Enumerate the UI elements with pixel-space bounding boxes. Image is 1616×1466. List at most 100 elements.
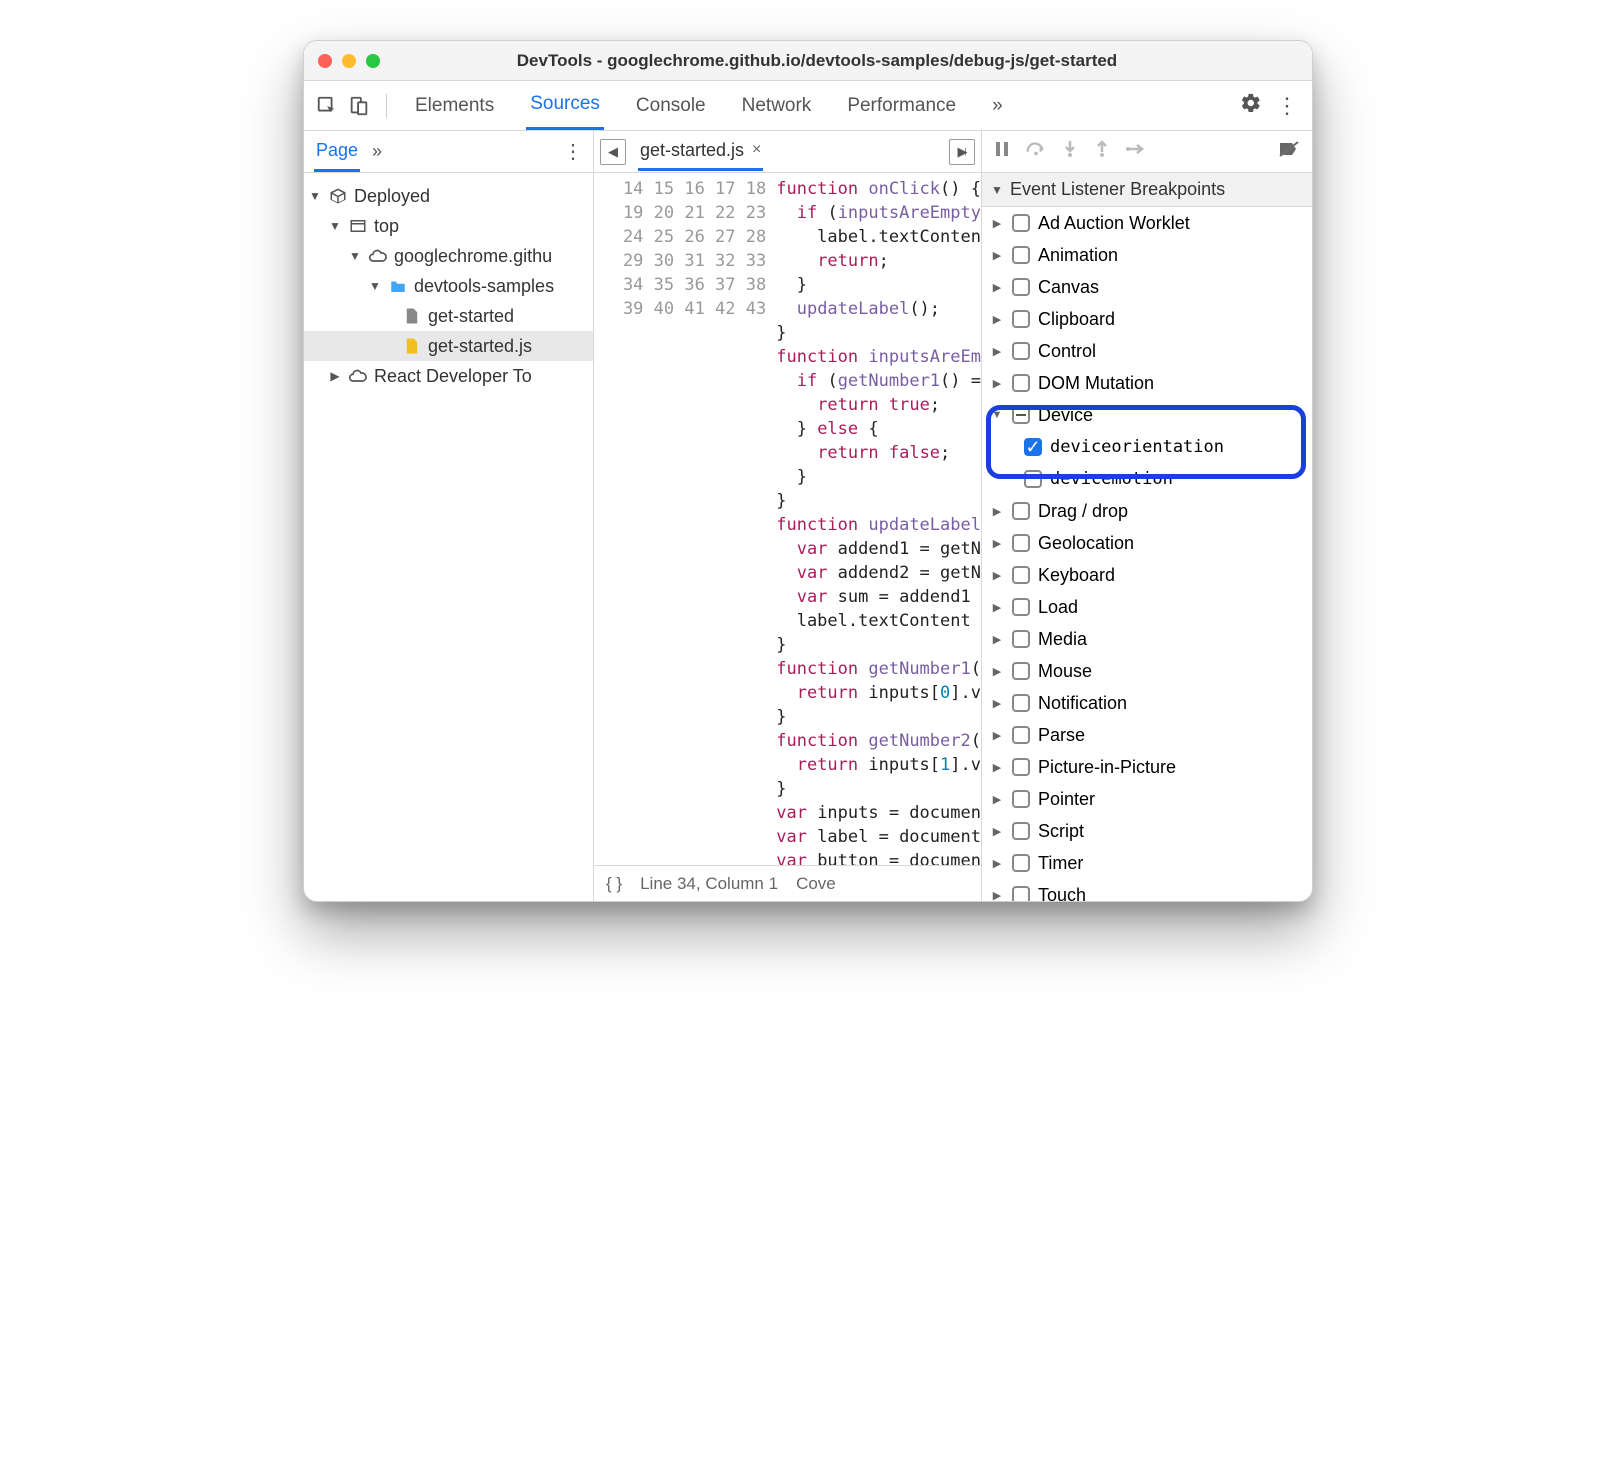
inspect-icon[interactable] [314, 93, 340, 119]
bp-category[interactable]: Keyboard [982, 559, 1312, 591]
bp-label: Keyboard [1038, 565, 1115, 586]
editor-tab-active[interactable]: get-started.js × [638, 133, 763, 171]
checkbox-icon[interactable] [1012, 342, 1030, 360]
step-over-icon[interactable] [1026, 141, 1046, 162]
step-icon[interactable] [1126, 142, 1146, 161]
bp-category[interactable]: Control [982, 335, 1312, 367]
bp-label: Clipboard [1038, 309, 1115, 330]
bp-category[interactable]: Picture-in-Picture [982, 751, 1312, 783]
section-caret-icon [990, 183, 1004, 197]
code-area[interactable]: 14 15 16 17 18 19 20 21 22 23 24 25 26 2… [594, 173, 981, 865]
step-out-icon[interactable] [1094, 140, 1110, 163]
caret-icon [990, 761, 1004, 774]
bp-category[interactable]: Animation [982, 239, 1312, 271]
file-tree: Deployed top googlechrome.githu devtools… [304, 173, 593, 399]
checkbox-icon[interactable] [1012, 822, 1030, 840]
checkbox-icon[interactable] [1012, 790, 1030, 808]
cloud-icon [348, 366, 368, 386]
caret-icon [990, 857, 1004, 870]
navigator-menu-icon[interactable]: ⋮ [563, 139, 583, 164]
bp-label: Pointer [1038, 789, 1095, 810]
bp-label: Timer [1038, 853, 1083, 874]
bp-label: Drag / drop [1038, 501, 1128, 522]
bp-category[interactable]: Mouse [982, 655, 1312, 687]
pause-icon[interactable] [994, 141, 1010, 162]
tree-folder[interactable]: devtools-samples [304, 271, 593, 301]
bp-category[interactable]: Parse [982, 719, 1312, 751]
bp-category[interactable]: Pointer [982, 783, 1312, 815]
bp-label: Parse [1038, 725, 1085, 746]
checkbox-icon[interactable] [1012, 502, 1030, 520]
step-into-icon[interactable] [1062, 140, 1078, 163]
kebab-menu-icon[interactable]: ⋮ [1276, 93, 1298, 119]
tab-network[interactable]: Network [738, 83, 816, 129]
js-file-icon [402, 336, 422, 356]
settings-icon[interactable] [1240, 92, 1262, 120]
bp-category[interactable]: Load [982, 591, 1312, 623]
bp-category[interactable]: Ad Auction Worklet [982, 207, 1312, 239]
bp-category[interactable]: Script [982, 815, 1312, 847]
checkbox-icon[interactable] [1012, 278, 1030, 296]
format-braces-icon[interactable]: { } [606, 874, 622, 894]
navigator-tab-page[interactable]: Page [314, 132, 360, 172]
device-toggle-icon[interactable] [346, 93, 372, 119]
editor-tabbar: ◀ get-started.js × ▶| [594, 131, 981, 173]
checkbox-icon[interactable] [1012, 374, 1030, 392]
bp-category[interactable]: Notification [982, 687, 1312, 719]
close-window-button[interactable] [318, 54, 332, 68]
bp-category[interactable]: Drag / drop [982, 495, 1312, 527]
tree-top[interactable]: top [304, 211, 593, 241]
caret-icon [990, 633, 1004, 646]
checkbox-icon[interactable] [1012, 886, 1030, 901]
caret-icon [990, 889, 1004, 902]
tab-console[interactable]: Console [632, 83, 710, 129]
checkbox-icon[interactable] [1012, 246, 1030, 264]
nav-fwd-icon[interactable]: ▶| [949, 139, 975, 165]
tree-deployed[interactable]: Deployed [304, 181, 593, 211]
tree-file-js[interactable]: get-started.js [304, 331, 593, 361]
tree-file-html[interactable]: get-started [304, 301, 593, 331]
breakpoints-section-header[interactable]: Event Listener Breakpoints [982, 173, 1312, 207]
navigator-more[interactable]: » [372, 141, 382, 162]
tab-more[interactable]: » [988, 83, 1007, 129]
bp-category[interactable]: DOM Mutation [982, 367, 1312, 399]
bp-category[interactable]: Clipboard [982, 303, 1312, 335]
checkbox-icon[interactable] [1012, 598, 1030, 616]
bp-category[interactable]: Canvas [982, 271, 1312, 303]
checkbox-icon[interactable] [1012, 566, 1030, 584]
caret-icon [990, 665, 1004, 678]
checkbox-icon[interactable] [1012, 214, 1030, 232]
checkbox-icon[interactable] [1012, 854, 1030, 872]
bp-category[interactable]: Media [982, 623, 1312, 655]
section-title: Event Listener Breakpoints [1010, 179, 1225, 200]
checkbox-icon[interactable] [1012, 662, 1030, 680]
tree-ext[interactable]: React Developer To [304, 361, 593, 391]
bp-label: Ad Auction Worklet [1038, 213, 1190, 234]
highlight-box [986, 405, 1306, 479]
tab-elements[interactable]: Elements [411, 83, 498, 129]
bp-category[interactable]: Touch [982, 879, 1312, 901]
checkbox-icon[interactable] [1012, 310, 1030, 328]
checkbox-icon[interactable] [1012, 726, 1030, 744]
tree-domain[interactable]: googlechrome.githu [304, 241, 593, 271]
editor-pane: ◀ get-started.js × ▶| 14 15 16 17 18 19 … [594, 131, 982, 901]
tab-performance[interactable]: Performance [843, 83, 960, 129]
bp-category[interactable]: Timer [982, 847, 1312, 879]
checkbox-icon[interactable] [1012, 758, 1030, 776]
source-text: function onClick() { if (inputsAreEmpty … [776, 173, 981, 865]
caret-icon [990, 281, 1004, 294]
line-gutter: 14 15 16 17 18 19 20 21 22 23 24 25 26 2… [594, 173, 776, 865]
close-tab-icon[interactable]: × [752, 141, 761, 159]
checkbox-icon[interactable] [1012, 630, 1030, 648]
coverage-label[interactable]: Cove [796, 874, 836, 894]
deactivate-breakpoints-icon[interactable] [1278, 140, 1300, 163]
breakpoint-categories: Ad Auction Worklet AnimationCanvas Clipboa… [982, 207, 1312, 901]
nav-back-icon[interactable]: ◀ [600, 139, 626, 165]
checkbox-icon[interactable] [1012, 694, 1030, 712]
bp-label: Notification [1038, 693, 1127, 714]
checkbox-icon[interactable] [1012, 534, 1030, 552]
bp-category[interactable]: Geolocation [982, 527, 1312, 559]
separator [386, 94, 387, 118]
caret-icon [990, 697, 1004, 710]
tab-sources[interactable]: Sources [526, 81, 604, 130]
